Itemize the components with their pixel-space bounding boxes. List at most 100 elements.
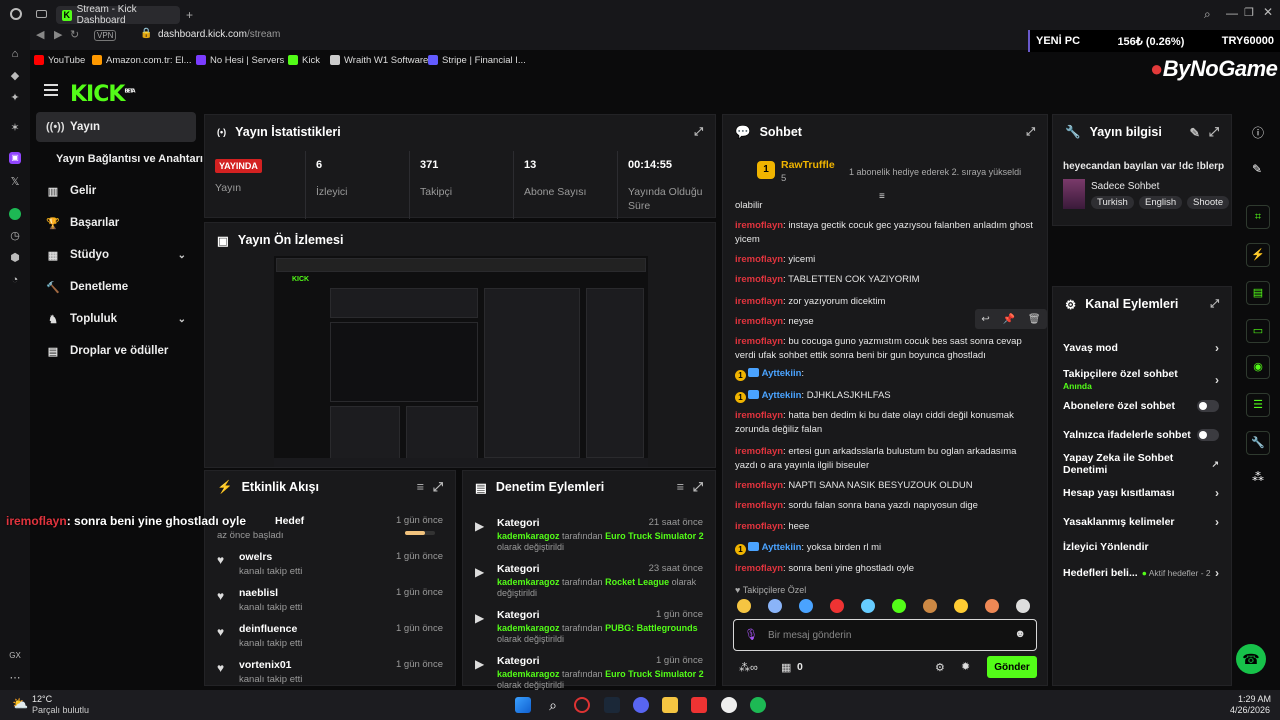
windows-start-icon[interactable] [515,697,531,713]
new-tab-icon[interactable]: + [186,8,193,22]
chat-message[interactable]: olabilir [735,199,1035,213]
filter-icon[interactable]: ≡ [677,480,684,494]
chat-username[interactable]: iremoflayn [735,254,783,265]
tag[interactable]: Shoote [1187,196,1230,209]
chat-message[interactable]: iremoflayn: TABLETTEN COK YAZIYORIM [735,273,1035,287]
chat-username[interactable]: iremoflayn [735,563,783,574]
activity-item[interactable]: ♥ owelrs kanalı takip etti 1 gün önce [215,549,445,583]
settings-icon[interactable]: ⚙ [935,661,945,674]
chat-username[interactable]: iremoflayn [735,410,783,421]
chat-username[interactable]: Ayttekiin [762,542,802,553]
search-icon[interactable]: ⌕ [1204,7,1211,22]
raid-viewers[interactable]: İzleyici Yönlendir [1063,536,1219,558]
bolt-tool-icon[interactable]: ⚡ [1246,243,1270,267]
chat-username[interactable]: iremoflayn [735,296,783,307]
wrench-tool-icon[interactable]: 🔧 [1246,431,1270,455]
subscribers-only-chat[interactable]: Abonelere özel sohbet [1063,395,1219,417]
more-icon[interactable]: ⋯ [9,672,21,684]
expand-icon[interactable]: ⤢ [1026,126,1035,139]
stream-preview-video[interactable]: KICK [274,256,648,467]
notes-icon[interactable]: ▤ [1246,281,1270,305]
chat-username[interactable]: iremoflayn [735,500,783,511]
emote-icon[interactable] [737,599,751,613]
chat-username[interactable]: Ayttekiin [762,368,802,379]
chat-username[interactable]: iremoflayn [735,480,783,491]
account-age[interactable]: Hesap yaşı kısıtlaması › [1063,482,1219,504]
extensions-icon[interactable]: ⬢ [9,252,21,264]
slow-mode[interactable]: Yavaş mod › [1063,337,1219,359]
support-button[interactable]: ☎ [1236,644,1266,674]
gx-icon[interactable]: GX [9,650,21,662]
nav-topluluk[interactable]: ♞ Topluluk ⌄ [36,304,196,334]
activity-item[interactable]: ♥ vortenix01 kanalı takip etti 1 gün önce [215,657,445,691]
chat-message[interactable]: iremoflayn: instaya gectik cocuk gec yaz… [735,219,1035,247]
users-icon[interactable]: ⁂∞ [739,661,758,674]
ai-moderation[interactable]: Yapay Zeka ile Sohbet Denetimi ↗ [1063,452,1219,476]
settings-icon[interactable]: ✶ [9,122,21,134]
chat-message[interactable]: iremoflayn: sordu falan sonra bana yazdı… [735,499,1035,513]
chat-input[interactable]: 🎙 Bir mesaj gönderin ☻ [733,619,1037,651]
bookmark-stripe[interactable]: Stripe | Financial I... [428,53,526,67]
forward-icon[interactable]: ▶ [54,28,62,41]
opera-gx-taskbar-icon[interactable] [574,697,590,713]
chat-username[interactable]: iremoflayn [735,274,783,285]
reload-icon[interactable]: ↻ [70,28,79,41]
emote-only-toggle[interactable] [1197,429,1219,441]
chat-username[interactable]: Ayttekiin [762,390,802,401]
steam-taskbar-icon[interactable] [604,697,620,713]
emote-icon[interactable] [1016,599,1030,613]
capture-icon[interactable]: ⌗ [1246,205,1270,229]
chat-username[interactable]: iremoflayn [735,220,783,231]
emote-icon[interactable] [985,599,999,613]
emote-icon[interactable] [830,599,844,613]
chat-message[interactable]: iremoflayn: yicemi [735,253,1035,267]
nav-yayin[interactable]: ((•)) Yayın [36,112,196,142]
maximize-icon[interactable]: ❐ [1244,6,1254,19]
emote-icon[interactable] [799,599,813,613]
chat-username[interactable]: iremoflayn [735,336,783,347]
chat-username[interactable]: iremoflayn [735,446,783,457]
chat-username[interactable]: iremoflayn [735,316,783,327]
nav-studyo[interactable]: ▦ Stüdyo ⌄ [36,240,196,270]
send-button[interactable]: Gönder [987,656,1037,678]
chat-message[interactable]: iremoflayn: ertesi gun arkadsslarla bulu… [735,445,1035,473]
chat-message[interactable]: 1 Ayttekiin: [735,367,1035,381]
site-info-icon[interactable]: 🔒 [140,28,152,39]
github-taskbar-icon[interactable] [721,697,737,713]
emote-only-chat[interactable]: Yalnızca ifadelerle sohbet [1063,424,1219,446]
chat-username[interactable]: iremoflayn [735,521,783,532]
points-icon[interactable]: ▦ [781,661,791,674]
pencil-icon[interactable]: ✎ [1252,162,1262,176]
bookmark-amazon[interactable]: Amazon.com.tr: El... [92,53,192,67]
pin-icon[interactable]: 📌 [1003,314,1015,325]
clock-date[interactable]: 4/26/2026 [1230,705,1270,715]
edit-icon[interactable]: ✎ [1190,125,1200,140]
mod-icon[interactable]: ✦ [9,92,21,104]
tab-menu-icon[interactable] [36,10,47,18]
emote-icon[interactable] [892,599,906,613]
chat-message[interactable]: 1 Ayttekiin: DJHKLASJKHLFAS [735,389,1035,403]
bookmark-youtube[interactable]: YouTube [34,53,85,67]
moderation-item[interactable]: ▶ Kategori 23 saat önce kademkaragoz tarafı… [473,561,705,605]
expand-icon[interactable]: ⤢ [1210,298,1219,311]
moderation-item[interactable]: ▶ Kategori 1 gün önce kademkaragoz tarafınd… [473,607,705,651]
opera-menu-icon[interactable] [10,8,22,20]
chat-message[interactable]: iremoflayn: NAPTI SANA NASIK BESYUZOUK O… [735,479,1035,493]
chat-message[interactable]: iremoflayn: zor yazıyorum dicektim [735,295,1035,309]
bookmark-kick[interactable]: Kick [288,53,320,67]
close-icon[interactable]: ✕ [1263,5,1273,19]
nav-stream-key[interactable]: Yayın Bağlantısı ve Anahtarı [36,144,206,174]
chat-message[interactable]: 1 Ayttekiin: yoksa birden rl mi [735,541,1035,555]
nav-gelir[interactable]: ▥ Gelir [36,176,196,206]
reply-icon[interactable]: ↩ [981,314,989,325]
clock-time[interactable]: 1:29 AM [1238,694,1271,704]
delete-icon[interactable]: 🗑 [1028,314,1041,325]
back-icon[interactable]: ◀ [36,28,44,41]
emote-icon[interactable] [861,599,875,613]
tag[interactable]: Turkish [1091,196,1134,209]
discord-taskbar-icon[interactable] [633,697,649,713]
chat-message[interactable]: iremoflayn: heee [735,520,1035,534]
emote-icon[interactable] [923,599,937,613]
folder-taskbar-icon[interactable] [662,697,678,713]
chat-message[interactable]: iremoflayn: sonra beni yine ghostladı oy… [735,562,1035,576]
